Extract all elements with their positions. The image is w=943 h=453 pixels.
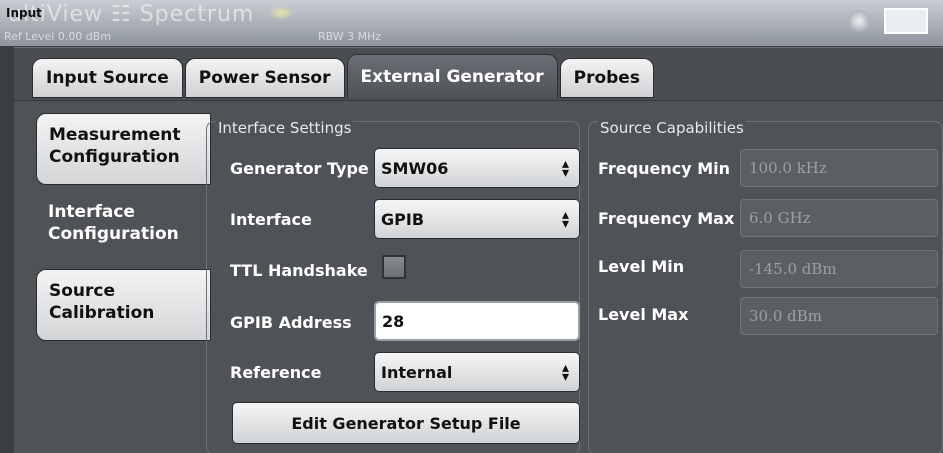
ref-level-readout: Ref Level 0.00 dBm [4,30,112,43]
side-tab-bar: Measurement Configuration Interface Conf… [36,113,221,347]
level-max-label: Level Max [598,305,689,324]
tab-input-source[interactable]: Input Source [32,58,183,98]
interface-settings-panel: Interface Settings Generator Type SMW06 … [206,109,580,453]
reference-select[interactable]: Internal ▴ ▾ [374,352,580,392]
source-capabilities-panel: Source Capabilities Frequency Min 100.0 … [588,109,943,453]
sweep-indicator-icon [268,6,294,20]
select-arrows-icon: ▴ ▾ [561,156,569,181]
tab-probes[interactable]: Probes [559,58,654,98]
tab-content: Measurement Configuration Interface Conf… [14,100,943,453]
level-min-field: -145.0 dBm [740,250,938,288]
side-tab-measurement-configuration[interactable]: Measurement Configuration [36,113,211,185]
generator-type-label: Generator Type [230,159,369,178]
level-min-label: Level Min [598,257,685,276]
select-arrows-icon: ▴ ▾ [561,207,569,232]
interface-value: GPIB [381,209,425,229]
frequency-min-label: Frequency Min [598,159,731,178]
interface-select[interactable]: GPIB ▴ ▾ [374,199,580,239]
generator-type-select[interactable]: SMW06 ▴ ▾ [374,148,580,188]
side-tab-source-calibration[interactable]: Source Calibration [36,269,211,341]
ttl-handshake-label: TTL Handshake [230,261,368,280]
select-arrows-icon: ▴ ▾ [561,360,569,385]
tab-external-generator[interactable]: External Generator [346,54,558,98]
reference-label: Reference [230,363,322,382]
interface-label: Interface [230,210,312,229]
gpib-address-label: GPIB Address [230,313,352,332]
window-maximize-button[interactable] [884,8,928,34]
interface-settings-title: Interface Settings [216,119,354,137]
top-tab-bar: Input Source Power Sensor External Gener… [32,54,656,100]
edit-generator-setup-file-button[interactable]: Edit Generator Setup File [232,402,580,444]
level-max-field: 30.0 dBm [740,297,938,335]
frequency-min-field: 100.0 kHz [740,149,938,187]
input-dialog: Input Source Power Sensor External Gener… [14,47,943,453]
dialog-title: Input [6,6,42,20]
gpib-address-value: 28 [382,311,405,331]
frequency-max-label: Frequency Max [598,209,735,228]
generator-type-value: SMW06 [381,158,449,178]
background-title-bar: ultiView ☷ Spectrum Ref Level 0.00 dBm R… [0,0,943,46]
gpib-address-input[interactable]: 28 [374,301,580,341]
rbw-readout: RBW 3 MHz [318,30,382,43]
frequency-max-field: 6.0 GHz [740,199,938,237]
ttl-handshake-checkbox[interactable] [382,255,406,279]
side-tab-interface-configuration[interactable]: Interface Configuration [36,191,221,263]
tab-power-sensor[interactable]: Power Sensor [184,58,345,98]
reference-value: Internal [381,362,453,382]
source-capabilities-title: Source Capabilities [598,119,746,137]
status-orb-icon[interactable] [848,10,870,32]
background-app-title: ultiView ☷ Spectrum [8,2,255,27]
